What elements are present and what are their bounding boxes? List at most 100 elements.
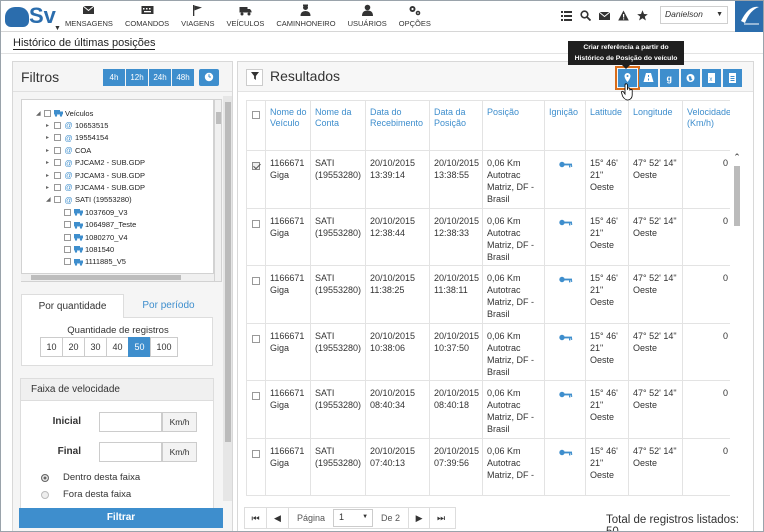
table-row[interactable]: 1166671 Giga SATI (19553280) 20/10/2015 12…: [246, 207, 730, 266]
filter-button[interactable]: Filtrar: [19, 508, 223, 528]
first-page-button[interactable]: ⏮: [245, 508, 267, 528]
time-button-4h[interactable]: 4h: [103, 69, 125, 86]
row-checkbox[interactable]: [252, 219, 260, 228]
nav-item-veiculos[interactable]: VEÍCULOS: [226, 4, 264, 28]
clock-button[interactable]: [199, 69, 219, 86]
table-row[interactable]: 1166671 Giga SATI (19553280) 20/10/2015 13…: [246, 150, 730, 209]
tree-checkbox[interactable]: [54, 196, 61, 204]
prev-page-button[interactable]: ◀: [267, 508, 289, 528]
quantity-option-20[interactable]: 20: [62, 337, 85, 357]
time-button-24h[interactable]: 24h: [149, 69, 171, 86]
quantity-option-30[interactable]: 30: [84, 337, 107, 357]
quantity-option-10[interactable]: 10: [40, 337, 63, 357]
tree-node[interactable]: ◢ Veículos: [36, 107, 93, 119]
nav-item-mensagens[interactable]: MENSAGENS: [65, 4, 113, 28]
tree-checkbox[interactable]: [54, 183, 61, 191]
tree-node[interactable]: ▸ @ PJCAM4 - SUB.GDP: [46, 181, 145, 193]
tab-por-periodo[interactable]: Por período: [124, 294, 213, 318]
radio-button[interactable]: [41, 473, 49, 482]
tree-node[interactable]: ◢ @ SATI (19553280): [46, 194, 132, 206]
row-checkbox[interactable]: [252, 162, 260, 170]
tree-node[interactable]: 1081540: [56, 243, 114, 255]
expand-icon[interactable]: ▸: [46, 147, 54, 154]
tree-node[interactable]: ▸ @ COA: [46, 144, 91, 156]
row-checkbox[interactable]: [252, 334, 260, 343]
row-checkbox[interactable]: [252, 277, 260, 285]
tree-node[interactable]: ▸ @10653515: [46, 119, 108, 131]
globe-button[interactable]: [681, 69, 700, 87]
tree-node[interactable]: ▸ @19554154: [46, 132, 108, 144]
tab-por-quantidade[interactable]: Por quantidade: [21, 294, 124, 318]
chevron-up-icon[interactable]: ⌃: [732, 152, 742, 163]
list-icon[interactable]: [561, 10, 572, 21]
tree-checkbox[interactable]: [64, 245, 71, 253]
column-header[interactable]: Nome do Veículo: [265, 100, 311, 151]
road-button[interactable]: [639, 69, 658, 87]
tree-checkbox[interactable]: [54, 121, 61, 129]
nav-item-caminhoneiro[interactable]: CAMINHONEIRO: [276, 4, 336, 28]
table-row[interactable]: 1166671 Giga SATI (19553280) 20/10/2015 07…: [246, 437, 730, 496]
tree-checkbox[interactable]: [44, 109, 51, 117]
nav-item-viagens[interactable]: VIAGENS: [181, 4, 214, 28]
warning-icon[interactable]: [618, 10, 629, 21]
tree-checkbox[interactable]: [54, 146, 61, 154]
quantity-option-40[interactable]: 40: [106, 337, 129, 357]
vehicle-tree[interactable]: ◢ Veículos ▸ @10653515 ▸ @19554154 ▸ @ COA ▸ @ PJCA…: [21, 99, 214, 282]
table-vertical-scrollbar[interactable]: ⌃: [732, 152, 742, 502]
user-menu[interactable]: Danielson ▼: [660, 6, 728, 24]
radio-button[interactable]: [41, 490, 49, 499]
search-icon[interactable]: [580, 10, 592, 22]
expand-icon[interactable]: ▸: [46, 172, 54, 179]
tree-horizontal-scrollbar[interactable]: [21, 273, 214, 281]
quantity-option-50[interactable]: 50: [128, 337, 151, 357]
google-button[interactable]: g: [660, 69, 679, 87]
column-header[interactable]: Nome da Conta: [310, 100, 366, 151]
tree-node[interactable]: 1111885_V5: [56, 256, 126, 268]
export-pdf-button[interactable]: [723, 69, 742, 87]
filter-toggle-icon[interactable]: [246, 69, 263, 86]
next-page-button[interactable]: ▶: [408, 508, 431, 528]
app-logo[interactable]: Sv ▼: [5, 3, 61, 32]
nav-item-comandos[interactable]: COMANDOS: [125, 4, 169, 28]
tree-node[interactable]: ▸ @ PJCAM3 - SUB.GDP: [46, 169, 145, 181]
expand-icon[interactable]: ▸: [46, 122, 54, 129]
tree-checkbox[interactable]: [64, 208, 71, 216]
logo-caret-icon[interactable]: ▼: [54, 25, 61, 32]
column-header[interactable]: Velocidade (Km/h): [682, 100, 730, 151]
last-page-button[interactable]: ⏭: [430, 508, 452, 528]
select-all-checkbox[interactable]: [252, 111, 260, 119]
table-row[interactable]: 1166671 Giga SATI (19553280) 20/10/2015 08…: [246, 380, 730, 439]
column-header[interactable]: Data da Posição: [429, 100, 483, 151]
tree-checkbox[interactable]: [54, 171, 61, 179]
column-header[interactable]: Data do Recebimento: [365, 100, 430, 151]
expand-icon[interactable]: ▸: [46, 159, 54, 166]
tree-node[interactable]: 1064987_Teste: [56, 219, 136, 231]
tree-node[interactable]: ▸ @ PJCAM2 - SUB.GDP: [46, 157, 145, 169]
radio-inside-range[interactable]: Dentro desta faixa: [41, 472, 140, 483]
page-title[interactable]: Histórico de últimas posições: [13, 37, 156, 50]
expand-icon[interactable]: ◢: [36, 110, 44, 117]
column-header[interactable]: Latitude: [585, 100, 629, 151]
quantity-option-100[interactable]: 100: [150, 337, 178, 357]
tree-checkbox[interactable]: [64, 258, 71, 266]
table-row[interactable]: 1166671 Giga SATI (19553280) 20/10/2015 11…: [246, 265, 730, 324]
tree-node[interactable]: 1037609_V3: [56, 206, 128, 218]
filters-scrollbar[interactable]: [223, 96, 232, 501]
tree-checkbox[interactable]: [64, 233, 71, 241]
radio-outside-range[interactable]: Fora desta faixa: [41, 489, 131, 500]
page-select[interactable]: 1 ▼: [333, 509, 374, 527]
table-row[interactable]: 1166671 Giga SATI (19553280) 20/10/2015 10…: [246, 322, 730, 381]
scrollbar-thumb[interactable]: [734, 166, 740, 226]
tree-checkbox[interactable]: [64, 221, 71, 229]
star-icon[interactable]: [637, 10, 648, 21]
export-excel-button[interactable]: x: [702, 69, 721, 87]
tree-checkbox[interactable]: [54, 134, 61, 142]
envelope-icon[interactable]: [598, 10, 611, 21]
nav-item-usuarios[interactable]: USUÁRIOS: [348, 4, 387, 28]
expand-icon[interactable]: ▸: [46, 134, 54, 141]
time-button-48h[interactable]: 48h: [172, 69, 194, 86]
tree-checkbox[interactable]: [54, 159, 61, 167]
final-speed-input[interactable]: [99, 442, 162, 462]
tree-vertical-scrollbar[interactable]: [214, 99, 222, 282]
column-header[interactable]: Longitude: [628, 100, 683, 151]
